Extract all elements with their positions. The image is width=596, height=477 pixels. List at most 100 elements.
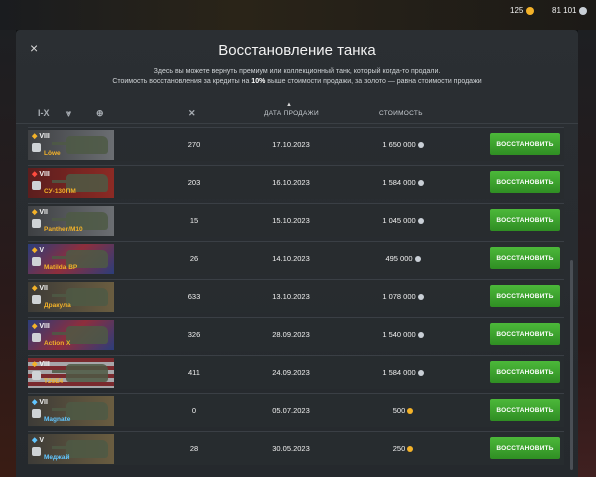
restore-button[interactable]: ВОССТАНОВИТЬ	[490, 323, 560, 345]
tank-card[interactable]: ◆ VII Magnate	[28, 396, 114, 426]
tank-card[interactable]: ◆ VIII СУ-130ПМ	[28, 168, 114, 198]
filter-tier[interactable]: I-X	[38, 108, 50, 118]
restore-cost: 1 540 000	[368, 330, 438, 339]
restore-cost: 495 000	[368, 254, 438, 263]
tank-class-icon: ◆	[32, 323, 38, 330]
silver-coin-icon	[579, 6, 588, 15]
sale-date: 05.07.2023	[272, 406, 310, 415]
tank-name: Panther/M10	[44, 226, 83, 233]
tank-card[interactable]: ◆ VII Дракула	[28, 282, 114, 312]
restore-button[interactable]: ВОССТАНОВИТЬ	[490, 285, 560, 307]
restore-button[interactable]: ВОССТАНОВИТЬ	[490, 133, 560, 155]
tank-badge-icon	[32, 181, 41, 190]
sale-date: 14.10.2023	[272, 254, 310, 263]
cost-value: 1 078 000	[382, 292, 416, 301]
tank-tier: ◆ V	[32, 246, 44, 254]
cost-value: 495 000	[385, 254, 413, 263]
tank-badge-icon	[32, 333, 41, 342]
tank-name: Дракула	[44, 302, 71, 309]
cost-value: 1 045 000	[382, 216, 416, 225]
cost-value: 1 540 000	[382, 330, 416, 339]
column-date[interactable]: ДАТА ПРОДАЖИ	[264, 110, 319, 117]
tank-badge-icon	[32, 219, 41, 228]
restore-cost: 1 584 000	[368, 178, 438, 187]
sale-date: 16.10.2023	[272, 178, 310, 187]
tank-card[interactable]: ◆ VIII T26E4	[28, 358, 114, 388]
restore-cost: 1 584 000	[368, 368, 438, 377]
restore-button[interactable]: ВОССТАНОВИТЬ	[490, 437, 560, 459]
tank-badge-icon	[32, 409, 41, 418]
tank-tier: ◆ VIII	[32, 360, 50, 368]
restore-button[interactable]: ВОССТАНОВИТЬ	[490, 247, 560, 269]
sale-date: 17.10.2023	[272, 140, 310, 149]
restore-button[interactable]: ВОССТАНОВИТЬ	[490, 399, 560, 421]
subtitle-text-a: Стоимость восстановления за кредиты на	[112, 78, 252, 85]
tank-name: T26E4	[44, 378, 64, 385]
tank-name: Action X	[44, 340, 71, 347]
tank-tier: ◆ V	[32, 436, 44, 444]
sale-date: 13.10.2023	[272, 292, 310, 301]
cost-value: 500	[392, 406, 406, 415]
tier-value: VIII	[39, 171, 50, 178]
gold-coin-icon	[407, 408, 414, 414]
restore-button[interactable]: ВОССТАНОВИТЬ	[490, 171, 560, 193]
gold-coin-icon	[526, 6, 535, 15]
tank-tier: ◆ VIII	[32, 132, 50, 140]
table-row: ◆ V Меджай 28 30.05.2023 250 ВОССТАНОВИТ…	[28, 431, 564, 465]
tank-tier: ◆ VII	[32, 284, 48, 292]
tank-image-icon	[52, 326, 108, 344]
silver-coin-icon	[417, 332, 424, 338]
battles-count: 326	[187, 330, 201, 339]
tank-class-icon: ◆	[32, 133, 38, 140]
tier-value: VIII	[39, 133, 50, 140]
modal-subtitle-line1: Здесь вы можете вернуть премиум или колл…	[153, 68, 441, 75]
tank-image-icon	[52, 440, 108, 458]
tank-card[interactable]: ◆ VIII Action X	[28, 320, 114, 350]
tank-class-icon: ◆	[32, 209, 38, 216]
silver-balance: 81 101	[552, 6, 588, 15]
battles-count: 203	[187, 178, 201, 187]
silver-coin-icon	[417, 142, 424, 148]
tank-class-icon: ◆	[32, 285, 38, 292]
tank-badge-icon	[32, 371, 41, 380]
tank-name: Magnate	[44, 416, 71, 423]
table-row: ◆ VII Magnate 0 05.07.2023 500 ВОССТАНОВ…	[28, 393, 564, 427]
table-row: ◆ VIII T26E4 411 24.09.2023 1 584 000 ВО…	[28, 355, 564, 389]
restore-cost: 500	[368, 406, 438, 415]
table-row: ◆ VII Дракула 633 13.10.2023 1 078 000 В…	[28, 279, 564, 313]
battles-column-icon[interactable]: ✕	[188, 108, 196, 119]
tank-card[interactable]: ◆ VIII Löwe	[28, 130, 114, 160]
battles-count: 411	[188, 368, 200, 377]
restore-tank-modal: × Восстановление танка Здесь вы можете в…	[16, 30, 578, 477]
sale-date: 30.05.2023	[272, 444, 310, 453]
table-row: ◆ VIII Action X 326 28.09.2023 1 540 000…	[28, 317, 564, 351]
cost-value: 1 650 000	[382, 140, 416, 149]
restore-button[interactable]: ВОССТАНОВИТЬ	[490, 361, 560, 383]
tank-image-icon	[52, 402, 108, 420]
background-top	[0, 0, 596, 30]
tank-class-icon: ◆	[32, 437, 38, 444]
tank-badge-icon	[32, 447, 41, 456]
table-row: ◆ VIII СУ-130ПМ 203 16.10.2023 1 584 000…	[28, 165, 564, 199]
tank-card[interactable]: ◆ V Matilda BP	[28, 244, 114, 274]
tank-tier: ◆ VIII	[32, 170, 50, 178]
gold-coin-icon	[407, 446, 414, 452]
battles-count: 15	[189, 216, 199, 225]
column-cost[interactable]: СТОИМОСТЬ	[379, 110, 423, 117]
filter-type-icon[interactable]: ⩔	[66, 108, 71, 119]
restore-button[interactable]: ВОССТАНОВИТЬ	[490, 209, 560, 231]
battles-count: 28	[189, 444, 199, 453]
gold-balance: 125	[510, 6, 535, 15]
tank-name: Меджай	[44, 454, 70, 461]
tier-value: VII	[39, 209, 48, 216]
filter-nation-icon[interactable]: ⊕	[96, 108, 104, 119]
gold-amount: 125	[510, 6, 524, 15]
scrollbar[interactable]	[570, 260, 573, 470]
sale-date: 28.09.2023	[272, 330, 310, 339]
tank-card[interactable]: ◆ VII Panther/M10	[28, 206, 114, 236]
battles-count: 0	[191, 406, 197, 415]
tank-card[interactable]: ◆ V Меджай	[28, 434, 114, 464]
cost-value: 1 584 000	[382, 178, 416, 187]
tier-value: V	[39, 437, 45, 444]
table-row: ◆ VII Panther/M10 15 15.10.2023 1 045 00…	[28, 203, 564, 237]
